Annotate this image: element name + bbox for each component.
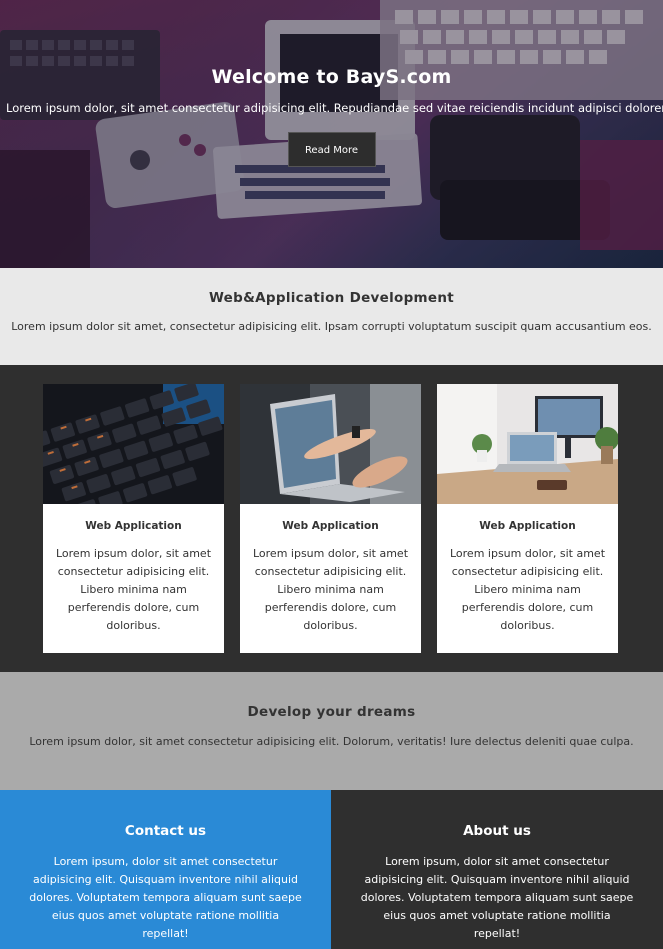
card-web-application: Web Application Lorem ipsum dolor, sit a… bbox=[43, 384, 224, 653]
services-title: Web&Application Development bbox=[208, 290, 455, 306]
card-web-application: Web Application Lorem ipsum dolor, sit a… bbox=[437, 384, 618, 653]
dreams-text: Lorem ipsum dolor, sit amet consectetur … bbox=[29, 735, 634, 748]
card-text: Lorem ipsum dolor, sit amet consectetur … bbox=[252, 547, 409, 632]
dreams-title: Develop your dreams bbox=[247, 704, 416, 720]
dreams-section: Develop your dreams Lorem ipsum dolor, s… bbox=[0, 672, 663, 790]
hero-title: Welcome to BayS.com bbox=[211, 66, 452, 88]
about-us-panel: About us Lorem ipsum, dolor sit amet con… bbox=[331, 790, 663, 949]
about-us-title: About us bbox=[463, 823, 531, 839]
card-text: Lorem ipsum dolor, sit amet consectetur … bbox=[55, 547, 212, 632]
contact-us-panel: Contact us Lorem ipsum, dolor sit amet c… bbox=[0, 790, 331, 949]
card-text: Lorem ipsum dolor, sit amet consectetur … bbox=[449, 547, 606, 632]
hero-banner: Welcome to BayS.com Lorem ipsum dolor, s… bbox=[0, 0, 663, 268]
desk-workspace-image bbox=[437, 384, 618, 504]
hero-text: Lorem ipsum dolor, sit amet consectetur … bbox=[6, 101, 663, 115]
card-title: Web Application bbox=[282, 520, 379, 532]
about-us-text: Lorem ipsum, dolor sit amet consectetur … bbox=[360, 855, 634, 940]
card-web-application: Web Application Lorem ipsum dolor, sit a… bbox=[240, 384, 421, 653]
services-section: Web&Application Development Lorem ipsum … bbox=[0, 268, 663, 365]
laptop-hands-image bbox=[240, 384, 421, 504]
contact-us-title: Contact us bbox=[124, 823, 207, 839]
card-title: Web Application bbox=[479, 520, 576, 532]
card-title: Web Application bbox=[85, 520, 182, 532]
read-more-button[interactable]: Read More bbox=[287, 132, 376, 167]
footer: Contact us Lorem ipsum, dolor sit amet c… bbox=[0, 790, 663, 949]
contact-us-text: Lorem ipsum, dolor sit amet consectetur … bbox=[29, 855, 302, 940]
keyboard-image bbox=[43, 384, 224, 504]
cards-section: Web Application Lorem ipsum dolor, sit a… bbox=[0, 365, 663, 672]
services-text: Lorem ipsum dolor sit amet, consectetur … bbox=[11, 320, 652, 333]
hero-content: Welcome to BayS.com Lorem ipsum dolor, s… bbox=[0, 0, 663, 167]
